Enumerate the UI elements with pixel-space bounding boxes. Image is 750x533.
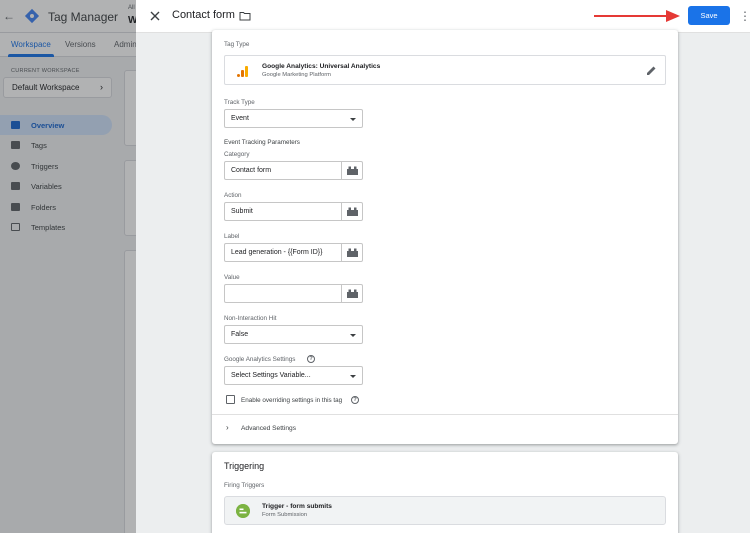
override-settings-checkbox[interactable] (226, 395, 235, 404)
track-type-value: Event (231, 115, 249, 122)
lego-block-icon (347, 166, 358, 175)
panel-header: Contact form Save ⋮ (136, 0, 750, 33)
ga-settings-select[interactable]: Select Settings Variable... (224, 366, 363, 385)
non-interaction-hit-select[interactable]: False (224, 325, 363, 344)
dropdown-arrow-icon (350, 375, 356, 378)
variable-picker-button[interactable] (341, 244, 362, 261)
divider (212, 414, 678, 415)
value-label: Value (224, 274, 240, 281)
chevron-right-icon[interactable]: › (226, 423, 229, 432)
action-label: Action (224, 192, 242, 199)
action-input[interactable]: Submit (224, 202, 363, 221)
triggering-card: Triggering Firing Triggers Trigger - for… (212, 452, 678, 533)
help-icon[interactable]: ? (351, 396, 359, 404)
non-interaction-hit-label: Non-Interaction Hit (224, 315, 277, 322)
ga-settings-label: Google Analytics Settings (224, 356, 296, 363)
tag-type-name: Google Analytics: Universal Analytics (262, 63, 381, 70)
variable-picker-button[interactable] (341, 203, 362, 220)
tag-configuration-card: Tag Type Google Analytics: Universal Ana… (212, 30, 678, 444)
value-input[interactable] (224, 284, 363, 303)
pencil-icon[interactable] (646, 65, 657, 76)
form-submission-trigger-icon (236, 504, 250, 518)
lego-block-icon (347, 207, 358, 216)
variable-picker-button[interactable] (341, 162, 362, 179)
tag-type-label: Tag Type (224, 41, 250, 48)
ga-settings-value: Select Settings Variable... (231, 372, 311, 379)
triggering-title: Triggering (224, 461, 265, 471)
more-options-icon[interactable]: ⋮ (739, 8, 750, 24)
label-value: Lead generation - {{Form ID}} (231, 249, 323, 256)
help-icon[interactable]: ? (307, 355, 315, 363)
category-label: Category (224, 151, 250, 158)
track-type-select[interactable]: Event (224, 109, 363, 128)
tag-type-selector[interactable]: Google Analytics: Universal Analytics Go… (224, 55, 666, 85)
google-analytics-icon (237, 66, 248, 77)
track-type-label: Track Type (224, 99, 255, 106)
close-icon[interactable] (147, 8, 163, 24)
folder-icon[interactable] (239, 10, 251, 22)
advanced-settings-toggle[interactable]: Advanced Settings (241, 425, 296, 432)
override-settings-label: Enable overriding settings in this tag (241, 397, 343, 404)
category-input[interactable]: Contact form (224, 161, 363, 180)
tag-editor-panel: Contact form Save ⋮ Tag Type Google Anal… (136, 0, 750, 533)
category-value: Contact form (231, 167, 272, 174)
panel-title[interactable]: Contact form (172, 9, 235, 21)
event-tracking-parameters-heading: Event Tracking Parameters (224, 139, 300, 146)
annotation-arrow-icon (594, 10, 680, 22)
trigger-name: Trigger - form submits (262, 503, 332, 510)
label-input[interactable]: Lead generation - {{Form ID}} (224, 243, 363, 262)
trigger-type: Form Submission (262, 512, 308, 518)
label-label: Label (224, 233, 240, 240)
lego-block-icon (347, 289, 358, 298)
dropdown-arrow-icon (350, 334, 356, 337)
non-interaction-hit-value: False (231, 331, 249, 338)
save-button[interactable]: Save (688, 6, 730, 25)
variable-picker-button[interactable] (341, 285, 362, 302)
trigger-item[interactable]: Trigger - form submits Form Submission (224, 496, 666, 525)
lego-block-icon (347, 248, 358, 257)
tag-type-subtitle: Google Marketing Platform (262, 72, 331, 78)
firing-triggers-label: Firing Triggers (224, 482, 265, 489)
action-value: Submit (231, 208, 253, 215)
dropdown-arrow-icon (350, 118, 356, 121)
